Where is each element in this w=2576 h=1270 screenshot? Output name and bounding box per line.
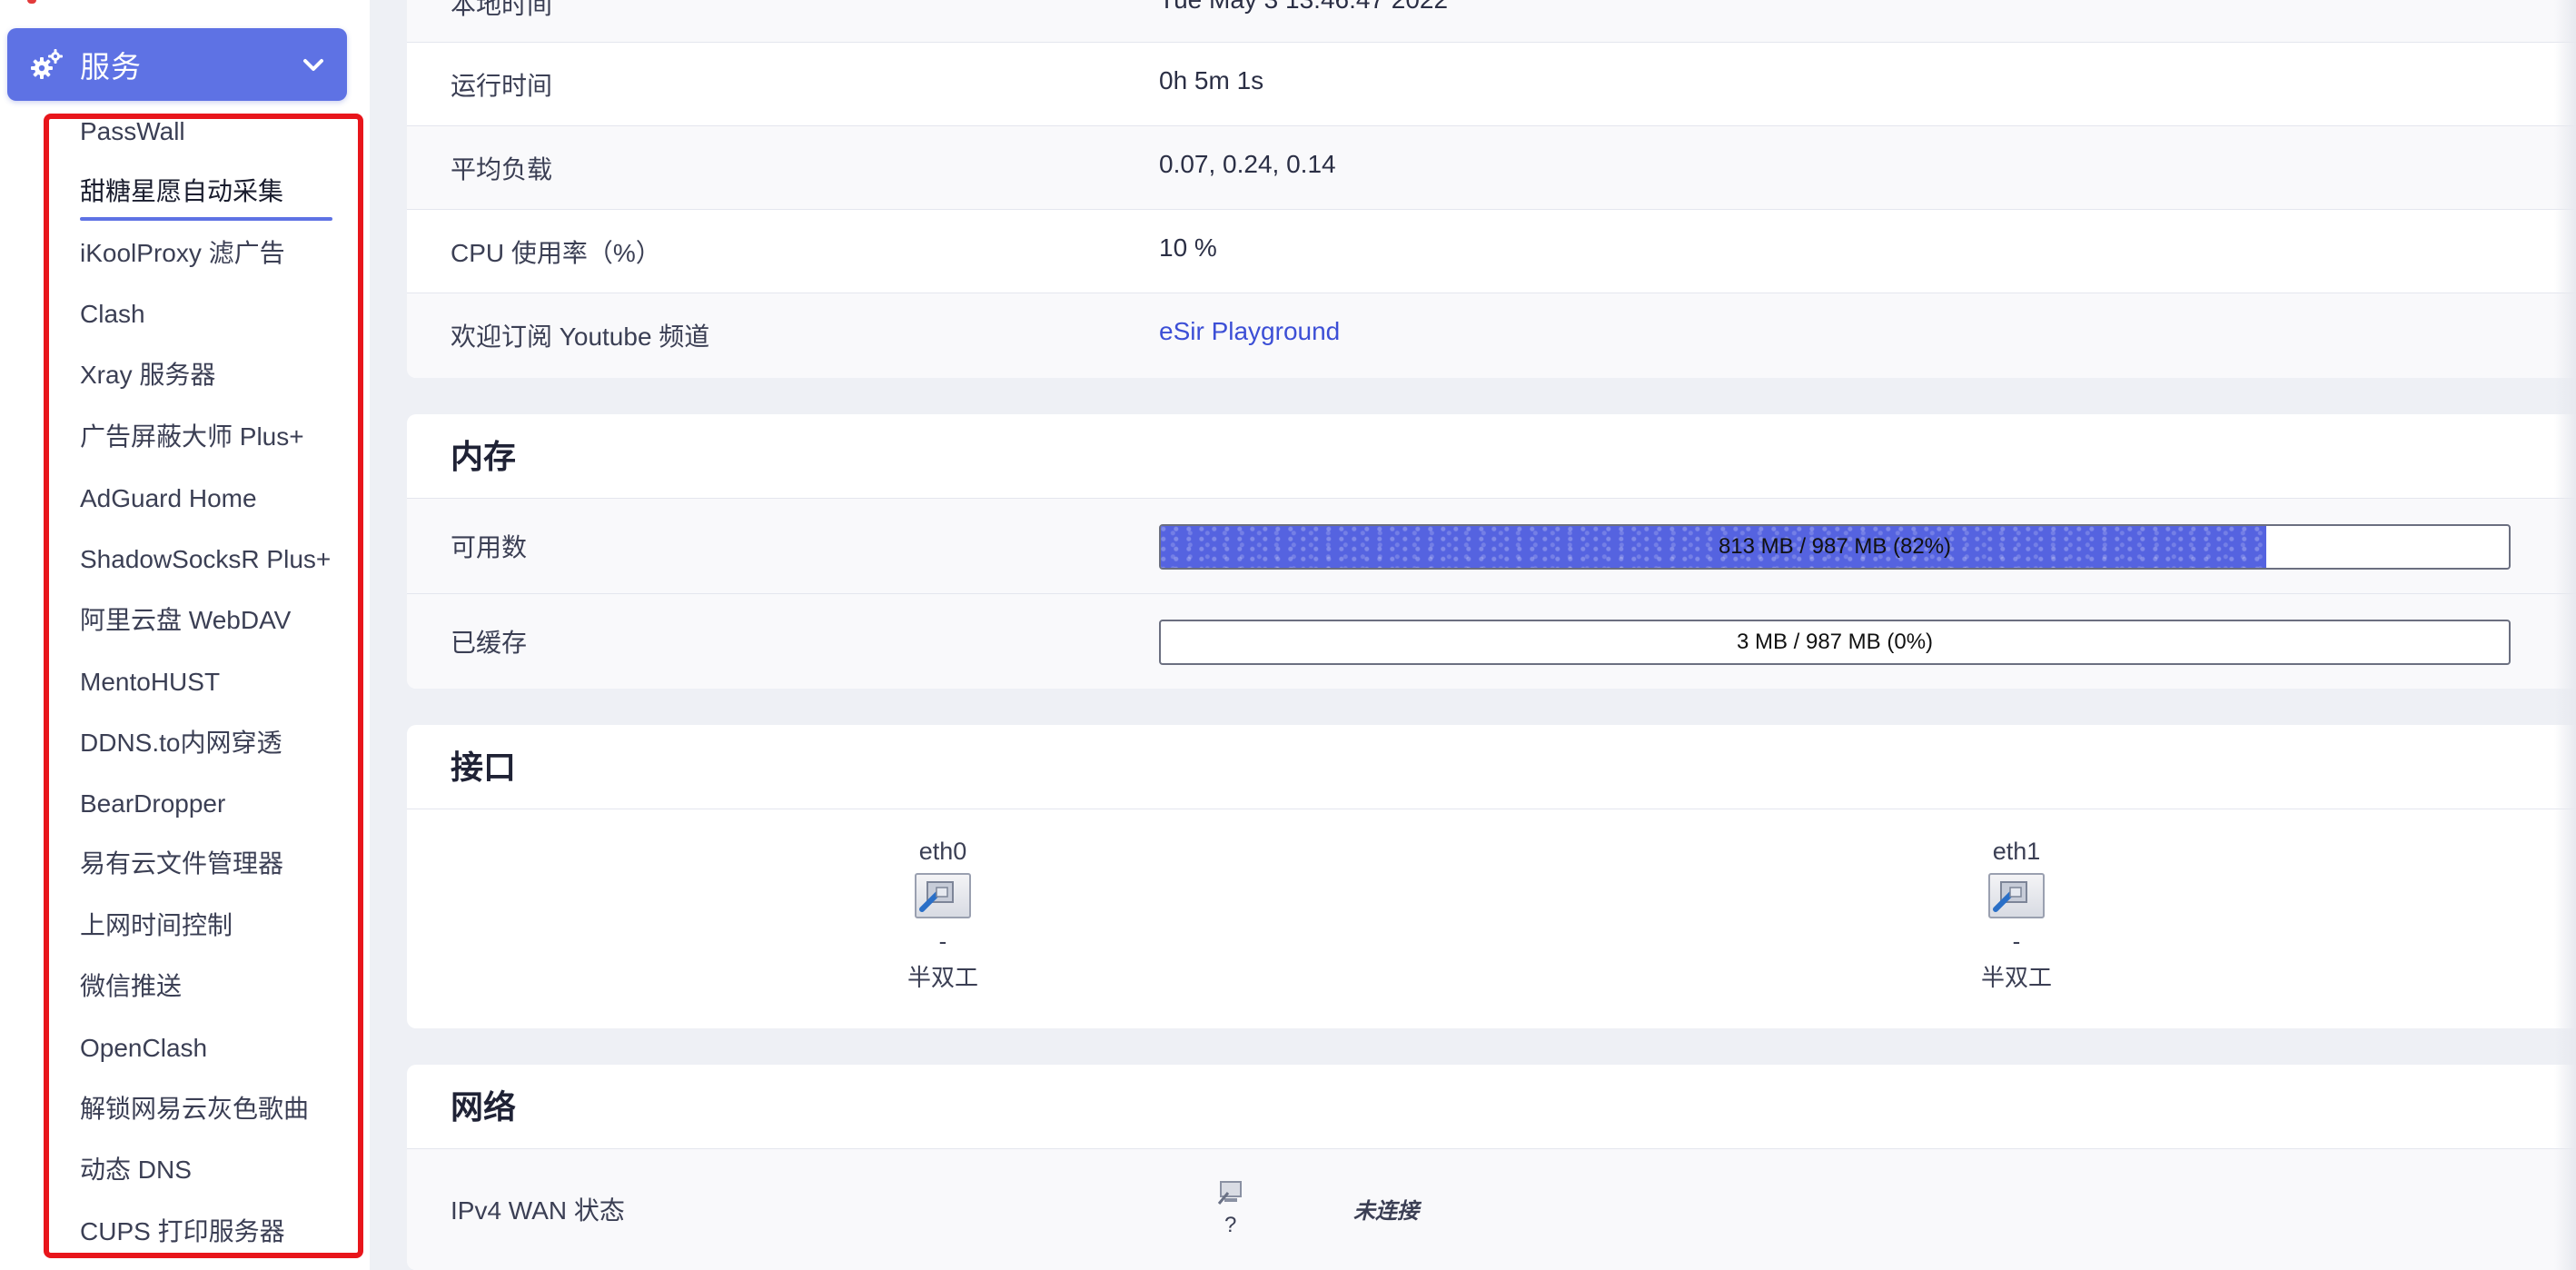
submenu-item-linkease-file[interactable]: 易有云文件管理器 (80, 846, 283, 882)
interface-eth1-duplex: 半双工 (1980, 964, 2052, 991)
submenu-item-ad-block-plus[interactable]: 广告屏蔽大师 Plus+ (80, 419, 304, 455)
network-title: 网络 (451, 1088, 517, 1126)
system-row-youtube: 欢迎订阅 Youtube 频道 eSir Playground (407, 293, 2576, 378)
network-card: 网络 IPv4 WAN 状态 ? 未连接 (407, 1065, 2576, 1270)
local-time-label: 本地时间 (451, 0, 553, 19)
system-row-load-average: 平均负载 0.07, 0.24, 0.14 (407, 125, 2576, 210)
chevron-down-icon (302, 54, 325, 82)
submenu-item-adguard-home[interactable]: AdGuard Home (80, 481, 257, 517)
memory-available-bar: 813 MB / 987 MB (82%) (1159, 524, 2511, 570)
submenu-item-beardropper[interactable]: BearDropper (80, 786, 225, 822)
cpu-usage-label: CPU 使用率（%） (451, 239, 661, 267)
network-row-ipv4-wan: IPv4 WAN 状态 ? 未连接 (407, 1149, 2576, 1270)
submenu-item-xray-server[interactable]: Xray 服务器 (80, 357, 215, 393)
load-average-label: 平均负载 (451, 155, 553, 184)
submenu-item-mentohust[interactable]: MentoHUST (80, 664, 220, 700)
network-wan-icon (1215, 1176, 1246, 1212)
submenu-item-tiantang-collect[interactable]: 甜糖星愿自动采集 (80, 174, 283, 210)
menu-services-header[interactable]: 服务 (7, 28, 347, 101)
interface-eth0-duplex: 半双工 (907, 964, 978, 991)
memory-available-label: 可用数 (451, 533, 528, 561)
ipv4-wan-label: IPv4 WAN 状态 (451, 1196, 625, 1225)
submenu-item-openclash[interactable]: OpenClash (80, 1030, 207, 1067)
ipv4-wan-status: 未连接 (1353, 1199, 1419, 1224)
active-item-underline (80, 217, 332, 221)
memory-cached-text: 3 MB / 987 MB (0%) (1736, 630, 1934, 654)
system-row-cpu-usage: CPU 使用率（%） 10 % (407, 209, 2576, 293)
ipv4-wan-unknown-mark: ? (1224, 1213, 1237, 1237)
submenu-item-cups-print[interactable]: CUPS 打印服务器 (80, 1214, 285, 1250)
interface-eth0[interactable]: eth0 - 半双工 (852, 838, 1034, 993)
system-info-card: 本地时间 Tue May 3 13:46:47 2022 运行时间 0h 5m … (407, 0, 2576, 378)
submenu-item-dynamic-dns[interactable]: 动态 DNS (80, 1152, 192, 1188)
uptime-label: 运行时间 (451, 72, 553, 100)
gears-icon (29, 46, 65, 87)
submenu-item-time-control[interactable]: 上网时间控制 (80, 908, 233, 944)
uptime-value: 0h 5m 1s (1159, 66, 1264, 94)
local-time-value: Tue May 3 13:46:47 2022 (1159, 0, 1448, 15)
memory-row-available: 可用数 813 MB / 987 MB (82%) (407, 499, 2576, 593)
interface-eth0-speed: - (938, 928, 947, 955)
interface-eth1-name: eth1 (1992, 838, 2041, 865)
memory-available-text: 813 MB / 987 MB (82%) (1718, 534, 1952, 559)
submenu-item-ssr-plus[interactable]: ShadowSocksR Plus+ (80, 541, 331, 578)
page-right-edge (2554, 0, 2576, 1270)
memory-cached-bar: 3 MB / 987 MB (0%) (1159, 620, 2511, 665)
cpu-usage-value: 10 % (1159, 233, 1217, 262)
load-average-value: 0.07, 0.24, 0.14 (1159, 150, 1336, 178)
memory-title: 内存 (451, 438, 517, 475)
sidebar: 服务 PassWall 甜糖星愿自动采集 iKoolProxy 滤广告 Clas… (0, 0, 370, 1270)
ethernet-port-icon (915, 873, 971, 918)
memory-cached-label: 已缓存 (451, 629, 528, 657)
interface-eth1-speed: - (2012, 928, 2021, 955)
interfaces-card: 接口 eth0 - 半双工 eth1 - 半双工 (407, 725, 2576, 1028)
submenu-item-clash[interactable]: Clash (80, 296, 145, 332)
memory-row-cached: 已缓存 3 MB / 987 MB (0%) (407, 593, 2576, 689)
submenu-item-unblock-netease[interactable]: 解锁网易云灰色歌曲 (80, 1091, 309, 1127)
submenu-item-wechat-push[interactable]: 微信推送 (80, 968, 182, 1005)
system-row-local-time: 本地时间 Tue May 3 13:46:47 2022 (407, 0, 2576, 42)
sidebar-top-edge-mark (27, 0, 36, 4)
ethernet-port-icon (1988, 873, 2045, 918)
submenu-item-ikoolproxy[interactable]: iKoolProxy 滤广告 (80, 235, 285, 272)
youtube-label: 欢迎订阅 Youtube 频道 (451, 322, 710, 351)
submenu-item-ddns-to[interactable]: DDNS.to内网穿透 (80, 725, 282, 761)
system-row-uptime: 运行时间 0h 5m 1s (407, 42, 2576, 126)
memory-card: 内存 可用数 813 MB / 987 MB (82%) 已缓存 3 MB / … (407, 414, 2576, 689)
submenu-item-passwall[interactable]: PassWall (80, 114, 185, 150)
submenu-item-aliyundrive-webdav[interactable]: 阿里云盘 WebDAV (80, 602, 291, 639)
interfaces-title: 接口 (451, 749, 517, 786)
menu-services-label: 服务 (80, 50, 142, 84)
interface-eth0-name: eth0 (918, 838, 967, 865)
interface-eth1[interactable]: eth1 - 半双工 (1926, 838, 2107, 993)
youtube-channel-link[interactable]: eSir Playground (1159, 317, 1340, 346)
